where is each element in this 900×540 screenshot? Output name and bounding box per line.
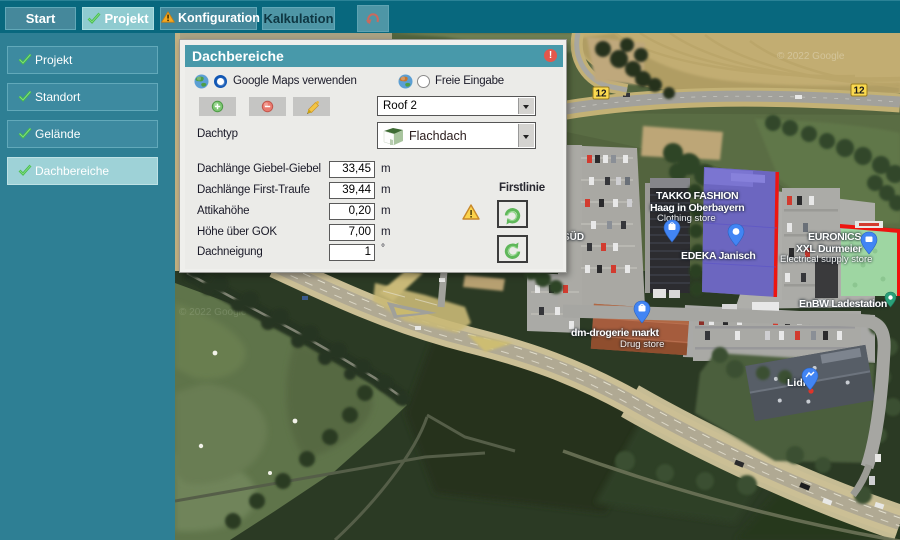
svg-text:EURONICS: EURONICS	[808, 231, 861, 243]
svg-text:EDEKA Janisch: EDEKA Janisch	[681, 250, 756, 262]
svg-text:Electrical supply store: Electrical supply store	[780, 254, 872, 265]
svg-text:Drug store: Drug store	[620, 339, 664, 350]
svg-text:TAKKO FASHION: TAKKO FASHION	[656, 190, 738, 202]
svg-text:12: 12	[853, 86, 865, 97]
svg-text:© 2022 Google: © 2022 Google	[777, 51, 845, 62]
svg-text:dm-drogerie markt: dm-drogerie markt	[571, 327, 659, 339]
svg-text:12: 12	[595, 89, 607, 100]
svg-text:EnBW Ladestation: EnBW Ladestation	[799, 298, 887, 310]
